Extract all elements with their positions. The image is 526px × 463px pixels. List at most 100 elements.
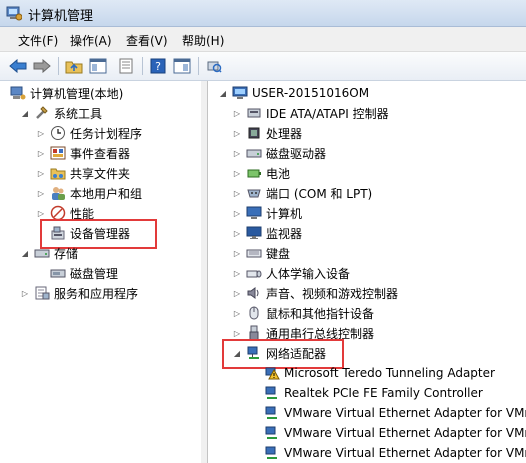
device-category-sound[interactable]: ▷ 声音、视频和游戏控制器	[232, 283, 398, 303]
collapsed-arrow-icon[interactable]: ▷	[20, 288, 30, 298]
network-adapter-icon	[265, 386, 277, 399]
scan-hardware-button[interactable]	[204, 56, 224, 76]
show-hide-tree-button[interactable]	[88, 56, 108, 76]
toolbar-separator	[198, 57, 199, 75]
menu-view[interactable]: 查看(V)	[126, 32, 168, 49]
action-pane-button[interactable]	[172, 56, 192, 76]
device-tree-root[interactable]: ◢ USER-20151016OM	[218, 83, 369, 103]
back-arrow-icon	[9, 59, 27, 73]
menu-bar: 文件(F) 操作(A) 查看(V) 帮助(H)	[0, 27, 526, 52]
disk-management-icon	[50, 269, 66, 278]
expanded-arrow-icon[interactable]: ◢	[218, 88, 228, 98]
collapsed-arrow-icon[interactable]: ▷	[36, 168, 46, 178]
computer-icon	[232, 86, 248, 99]
network-adapter-item[interactable]: VMware Virtual Ethernet Adapter for VMne…	[264, 443, 526, 463]
collapsed-arrow-icon[interactable]: ▷	[232, 188, 242, 198]
expanded-arrow-icon[interactable]: ◢	[20, 248, 30, 258]
window-title: 计算机管理	[28, 9, 94, 24]
network-adapter-icon	[265, 426, 277, 439]
services-icon	[35, 286, 50, 300]
collapsed-arrow-icon[interactable]: ▷	[232, 148, 242, 158]
device-category-disk-drives[interactable]: ▷ 磁盘驱动器	[232, 143, 326, 163]
folder-up-icon	[65, 61, 83, 74]
device-category-computer[interactable]: ▷ 计算机	[232, 203, 302, 223]
collapsed-arrow-icon[interactable]: ▷	[232, 108, 242, 118]
ide-controller-icon	[247, 108, 261, 118]
device-category-hid[interactable]: ▷ 人体学输入设备	[232, 263, 350, 283]
up-folder-button[interactable]	[64, 56, 84, 76]
network-adapter-item[interactable]: VMware Virtual Ethernet Adapter for VMne…	[264, 403, 526, 423]
forward-button[interactable]	[32, 56, 52, 76]
help-button[interactable]: ?	[148, 56, 168, 76]
collapsed-arrow-icon[interactable]: ▷	[232, 168, 242, 178]
device-category-processor[interactable]: ▷ 处理器	[232, 123, 302, 143]
collapsed-arrow-icon[interactable]: ▷	[36, 128, 46, 138]
collapsed-arrow-icon[interactable]: ▷	[232, 128, 242, 138]
tree-root-label: 计算机管理(本地)	[30, 86, 124, 101]
svg-text:?: ?	[155, 60, 161, 73]
tree-item-task-scheduler[interactable]: ▷ 任务计划程序	[36, 123, 142, 143]
network-adapter-item[interactable]: Realtek PCIe FE Family Controller	[264, 383, 483, 403]
warning-adapter-icon	[265, 367, 280, 380]
tree-item-local-users-groups[interactable]: ▷ 本地用户和组	[36, 183, 142, 203]
collapsed-arrow-icon[interactable]: ▷	[232, 328, 242, 338]
collapsed-arrow-icon[interactable]: ▷	[36, 208, 46, 218]
disk-drive-icon	[246, 149, 262, 158]
network-adapter-icon	[265, 406, 277, 419]
tree-item-storage[interactable]: ◢ 存储	[20, 243, 78, 263]
menu-file[interactable]: 文件(F)	[18, 32, 58, 49]
users-icon	[52, 187, 65, 200]
tree-item-services-applications[interactable]: ▷ 服务和应用程序	[20, 283, 138, 303]
menu-help[interactable]: 帮助(H)	[182, 32, 224, 49]
menu-action[interactable]: 操作(A)	[70, 32, 112, 49]
clock-icon	[51, 126, 65, 140]
scan-hardware-icon	[207, 61, 222, 73]
console-tree-pane: 计算机管理(本地) ◢ 系统工具 ▷ 任务计划程序 ▷ 事件查看器 ▷ 共享文件…	[0, 81, 202, 463]
collapsed-arrow-icon[interactable]: ▷	[232, 288, 242, 298]
collapsed-arrow-icon[interactable]: ▷	[232, 248, 242, 258]
computer-management-icon	[10, 86, 26, 100]
forward-arrow-icon	[33, 59, 51, 73]
device-category-ide[interactable]: ▷ IDE ATA/ATAPI 控制器	[232, 103, 389, 123]
tree-item-event-viewer[interactable]: ▷ 事件查看器	[36, 143, 130, 163]
properties-button[interactable]	[116, 56, 136, 76]
collapsed-arrow-icon[interactable]: ▷	[232, 208, 242, 218]
mouse-icon	[249, 306, 259, 320]
hid-icon	[246, 270, 262, 278]
shared-folder-icon	[50, 168, 66, 180]
collapsed-arrow-icon[interactable]: ▷	[232, 228, 242, 238]
help-icon: ?	[150, 58, 166, 74]
keyboard-icon	[246, 249, 262, 258]
collapsed-arrow-icon[interactable]: ▷	[232, 268, 242, 278]
device-tree-pane: ◢ USER-20151016OM ▷ IDE ATA/ATAPI 控制器 ▷ …	[208, 81, 526, 463]
collapsed-arrow-icon[interactable]: ▷	[232, 308, 242, 318]
pane-splitter[interactable]	[201, 81, 208, 463]
device-category-keyboard[interactable]: ▷ 键盘	[232, 243, 290, 263]
speaker-icon	[247, 287, 259, 299]
expanded-arrow-icon[interactable]: ◢	[20, 108, 30, 118]
toolbar-separator	[142, 57, 143, 75]
device-category-monitor[interactable]: ▷ 监视器	[232, 223, 302, 243]
properties-icon	[119, 58, 133, 74]
collapsed-arrow-icon[interactable]: ▷	[36, 148, 46, 158]
tree-root-computer-management[interactable]: 计算机管理(本地)	[10, 83, 123, 103]
toolbar: ?	[0, 52, 526, 81]
device-category-battery[interactable]: ▷ 电池	[232, 163, 290, 183]
action-pane-icon	[173, 58, 191, 74]
tree-item-shared-folders[interactable]: ▷ 共享文件夹	[36, 163, 130, 183]
network-adapter-item[interactable]: VMware Virtual Ethernet Adapter for VMne…	[264, 423, 526, 443]
computer-icon	[246, 206, 262, 219]
tree-item-disk-management[interactable]: 磁盘管理	[50, 263, 118, 283]
tools-icon	[36, 106, 48, 119]
processor-icon	[248, 127, 260, 139]
title-bar: 计算机管理	[0, 0, 526, 27]
tree-item-system-tools[interactable]: ◢ 系统工具	[20, 103, 102, 123]
device-category-mouse[interactable]: ▷ 鼠标和其他指针设备	[232, 303, 374, 323]
toolbar-separator	[58, 57, 59, 75]
event-viewer-icon	[50, 146, 66, 160]
collapsed-arrow-icon[interactable]: ▷	[36, 188, 46, 198]
back-button[interactable]	[8, 56, 28, 76]
device-category-ports[interactable]: ▷ 端口 (COM 和 LPT)	[232, 183, 372, 203]
network-adapter-item[interactable]: Microsoft Teredo Tunneling Adapter	[264, 363, 495, 383]
monitor-icon	[246, 226, 262, 239]
